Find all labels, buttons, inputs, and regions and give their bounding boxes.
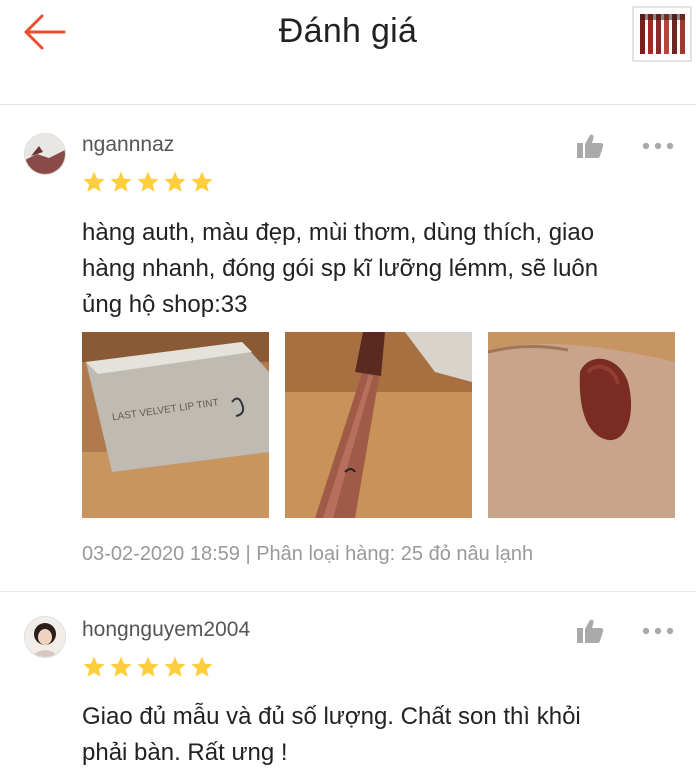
review-photo[interactable] — [285, 332, 472, 518]
star-icon — [164, 171, 186, 192]
app-header: Đánh giá — [0, 0, 696, 105]
star-icon — [137, 656, 159, 677]
star-icon — [191, 656, 213, 677]
review-meta: 03-02-2020 18:59 | Phân loại hàng: 25 đỏ… — [82, 543, 534, 565]
avatar-image — [25, 617, 65, 657]
star-icon — [110, 656, 132, 677]
comment-line: phải bàn. Rất ưng ! — [82, 739, 288, 766]
page-title: Đánh giá — [278, 12, 418, 50]
star-icon — [191, 171, 213, 192]
star-icon — [164, 656, 186, 677]
lip-tint-product-image — [634, 8, 690, 60]
star-icon — [137, 171, 159, 192]
thumbs-up-icon[interactable] — [576, 133, 604, 159]
review-photo[interactable]: LAST VELVET LIP TINT — [82, 332, 269, 518]
star-icon — [83, 656, 105, 677]
product-thumbnail[interactable] — [632, 6, 692, 62]
avatar-image — [25, 134, 65, 174]
avatar[interactable] — [24, 616, 66, 658]
review-comment: Giao đủ mẫu và đủ số lượng. Chất son thì… — [82, 699, 672, 771]
lip-tint-tube-photo — [285, 332, 472, 518]
comment-line: Giao đủ mẫu và đủ số lượng. Chất son thì… — [82, 703, 581, 730]
review-item: ngannnaz hàng auth, màu đẹp, mùi thơm, d… — [0, 105, 696, 591]
review-photos: LAST VELVET LIP TINT — [82, 332, 675, 518]
reviewer-username[interactable]: ngannnaz — [82, 133, 174, 157]
lip-tint-box-photo: LAST VELVET LIP TINT — [82, 332, 269, 518]
comment-line: ủng hộ shop:33 — [82, 291, 248, 318]
star-icon — [83, 171, 105, 192]
reviewer-username[interactable]: hongnguyem2004 — [82, 618, 250, 642]
review-comment: hàng auth, màu đẹp, mùi thơm, dùng thích… — [82, 215, 672, 323]
review-photo[interactable] — [488, 332, 675, 518]
review-item: hongnguyem2004 Giao đủ mẫu và đủ số lượn… — [0, 592, 696, 782]
comment-line: hàng auth, màu đẹp, mùi thơm, dùng thích… — [82, 219, 595, 246]
avatar[interactable] — [24, 133, 66, 175]
star-rating — [82, 170, 214, 194]
more-options-icon[interactable] — [642, 626, 674, 636]
more-options-icon[interactable] — [642, 141, 674, 151]
comment-line: hàng nhanh, đóng gói sp kĩ lưỡng lémm, s… — [82, 255, 599, 282]
lip-tint-swatch-photo — [488, 332, 675, 518]
star-icon — [110, 171, 132, 192]
thumbs-up-icon[interactable] — [576, 618, 604, 644]
star-rating — [82, 655, 214, 679]
